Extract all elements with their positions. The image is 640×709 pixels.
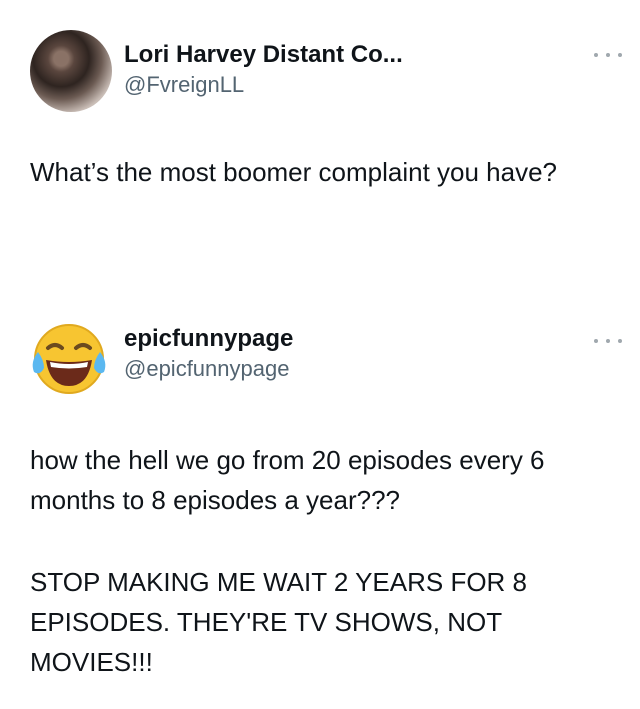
tweet-2-text-2: STOP MAKING ME WAIT 2 YEARS FOR 8 EPISOD… [30, 567, 535, 677]
user-handle[interactable]: @epicfunnypage [124, 354, 293, 384]
more-options-icon[interactable] [594, 336, 622, 346]
tweet-1-author[interactable]: Lori Harvey Distant Co... @FvreignLL [124, 40, 403, 100]
avatar-lori-harvey[interactable] [30, 30, 112, 112]
laughing-tears-emoji-icon[interactable] [28, 318, 110, 400]
tweet-1-text: What’s the most boomer complaint you hav… [30, 157, 558, 187]
user-handle[interactable]: @FvreignLL [124, 70, 403, 100]
display-name[interactable]: Lori Harvey Distant Co... [124, 40, 403, 70]
tweet-2-text-1: how the hell we go from 20 episodes ever… [30, 445, 552, 515]
more-options-icon[interactable] [594, 50, 622, 60]
tweet-2-author[interactable]: epicfunnypage @epicfunnypage [124, 324, 293, 384]
display-name[interactable]: epicfunnypage [124, 324, 293, 354]
